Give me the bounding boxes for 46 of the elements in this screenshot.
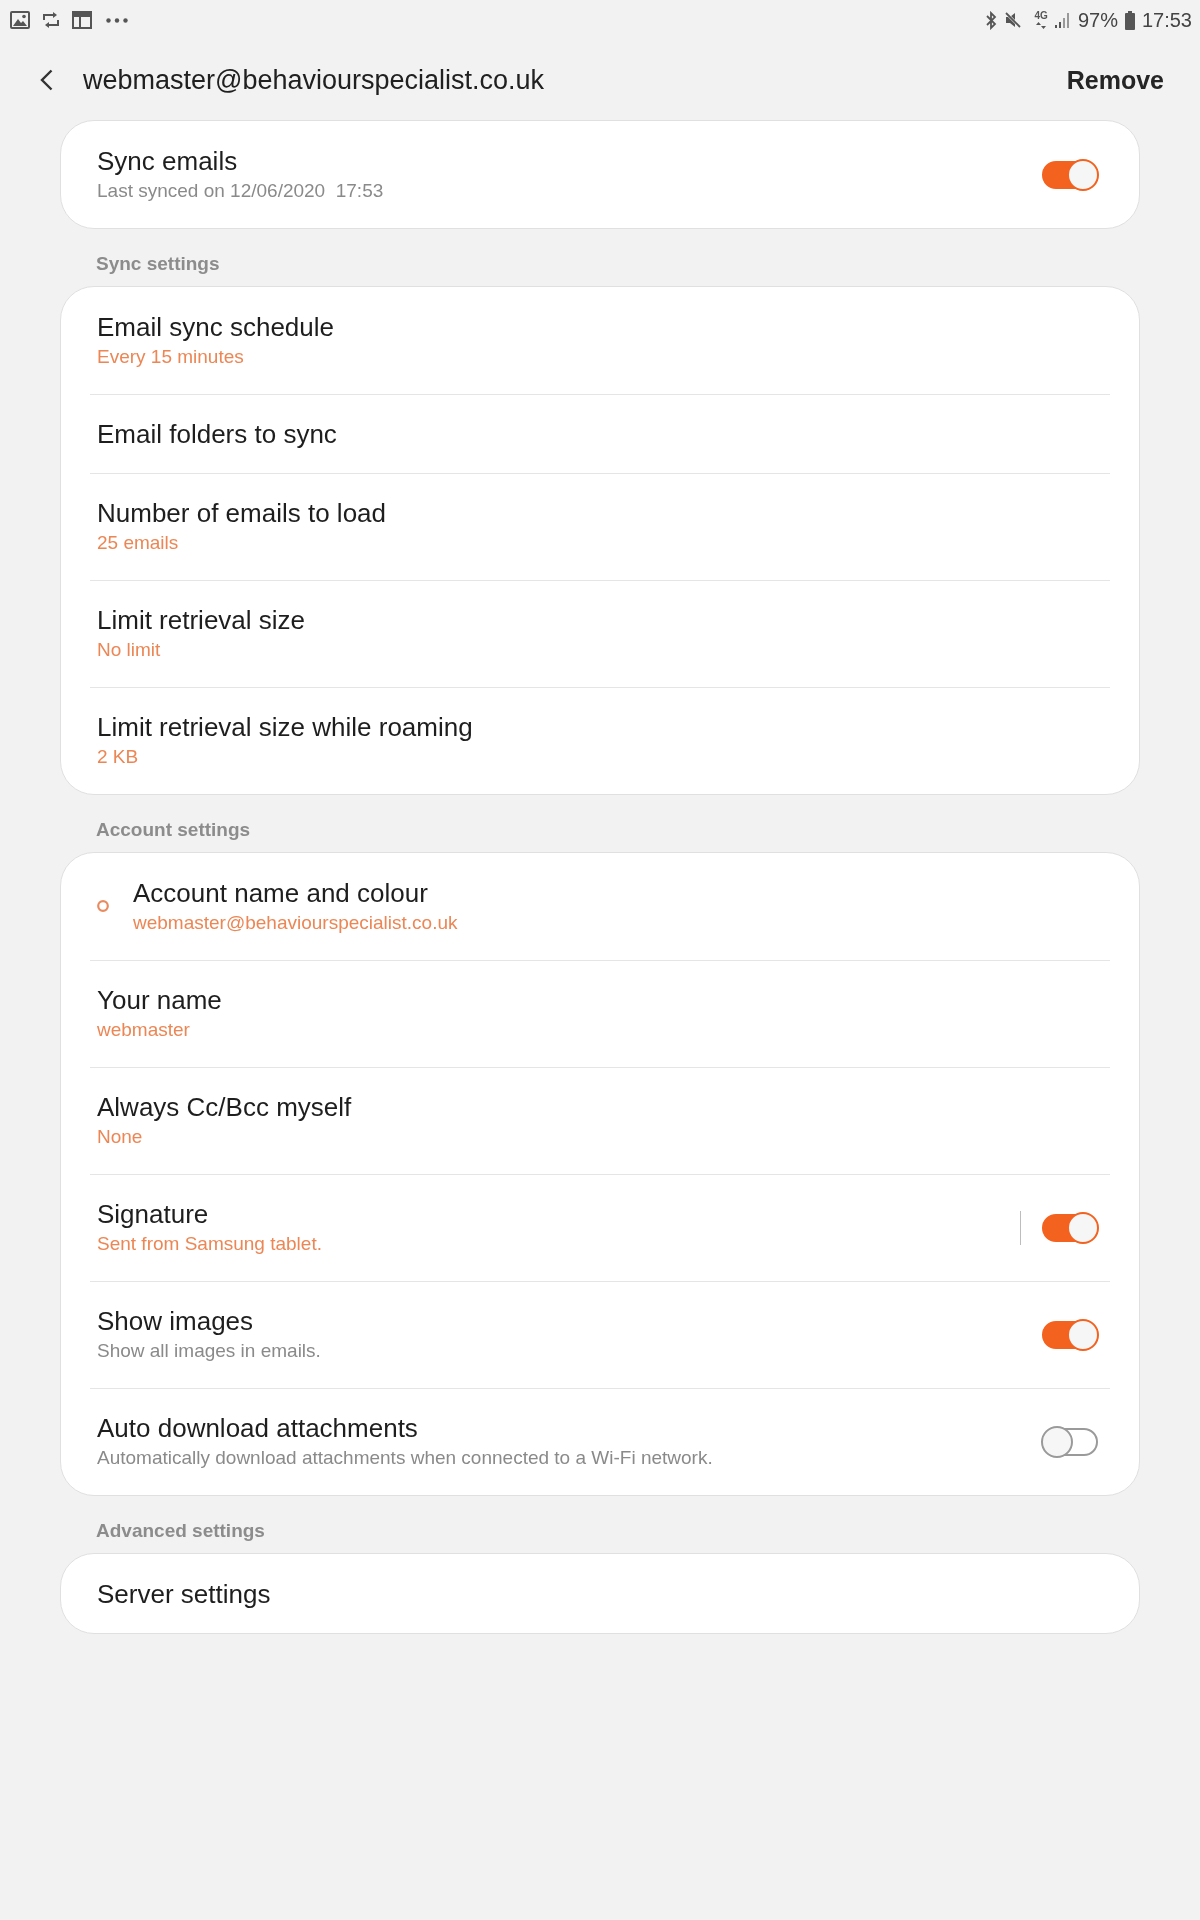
section-header: Advanced settings (96, 1520, 265, 1541)
back-icon[interactable] (40, 69, 53, 91)
toggle-switch[interactable] (1041, 1426, 1099, 1458)
setting-value: webmaster@behaviourspecialist.co.uk (133, 911, 459, 935)
toggle-switch[interactable] (1041, 1319, 1099, 1351)
sync-icon (40, 11, 62, 29)
section-header: Account settings (96, 819, 251, 840)
setting-description: Last synced on 12/06/2020 17:53 (97, 179, 385, 203)
battery-icon (1124, 10, 1135, 30)
mute-icon (1003, 11, 1022, 29)
setting-title[interactable]: Email sync schedule (97, 311, 1099, 343)
setting-title[interactable]: Limit retrieval size while roaming (97, 711, 1099, 743)
setting-value: webmaster (97, 1018, 191, 1042)
setting-title[interactable]: Signature (97, 1198, 1008, 1230)
status-time: 17:53 (1141, 8, 1192, 32)
setting-title[interactable]: Limit retrieval size (97, 604, 1099, 636)
toggle-switch[interactable] (1041, 159, 1099, 191)
setting-title[interactable]: Always Cc/Bcc myself (97, 1091, 1099, 1123)
setting-title[interactable]: Account name and colour (133, 877, 1099, 909)
section-header: Sync settings (96, 253, 220, 274)
setting-title[interactable]: Number of emails to load (97, 497, 1099, 529)
setting-value: 25 emails (97, 531, 180, 555)
setting-title[interactable]: Email folders to sync (97, 418, 1099, 450)
setting-description: Automatically download attachments when connected to a Wi-Fi network. (97, 1446, 714, 1470)
more-icon (106, 17, 128, 23)
setting-title[interactable]: Auto download attachments (97, 1412, 1041, 1444)
bluetooth-icon (984, 10, 997, 30)
setting-value: 2 KB (97, 745, 140, 769)
setting-title[interactable]: Sync emails (97, 145, 1041, 177)
setting-title[interactable]: Server settings (97, 1578, 1099, 1610)
window-icon (72, 11, 92, 29)
signal-icon (1054, 12, 1071, 28)
setting-title[interactable]: Your name (97, 984, 1099, 1016)
setting-value: Every 15 minutes (97, 345, 245, 369)
setting-value: Sent from Samsung tablet. (97, 1232, 323, 1256)
data-arrows-icon (1036, 22, 1047, 29)
account-title: webmaster@behaviourspecialist.co.uk (83, 64, 546, 96)
image-icon (10, 11, 30, 29)
network-type: 4G (1034, 11, 1048, 21)
battery-percentage: 97% (1077, 8, 1118, 32)
toggle-switch[interactable] (1041, 1212, 1099, 1244)
setting-description: Show all images in emails. (97, 1339, 322, 1363)
setting-value: No limit (97, 638, 162, 662)
setting-value: None (97, 1125, 144, 1149)
setting-title[interactable]: Show images (97, 1305, 1041, 1337)
remove-button[interactable]: Remove (1066, 65, 1164, 95)
